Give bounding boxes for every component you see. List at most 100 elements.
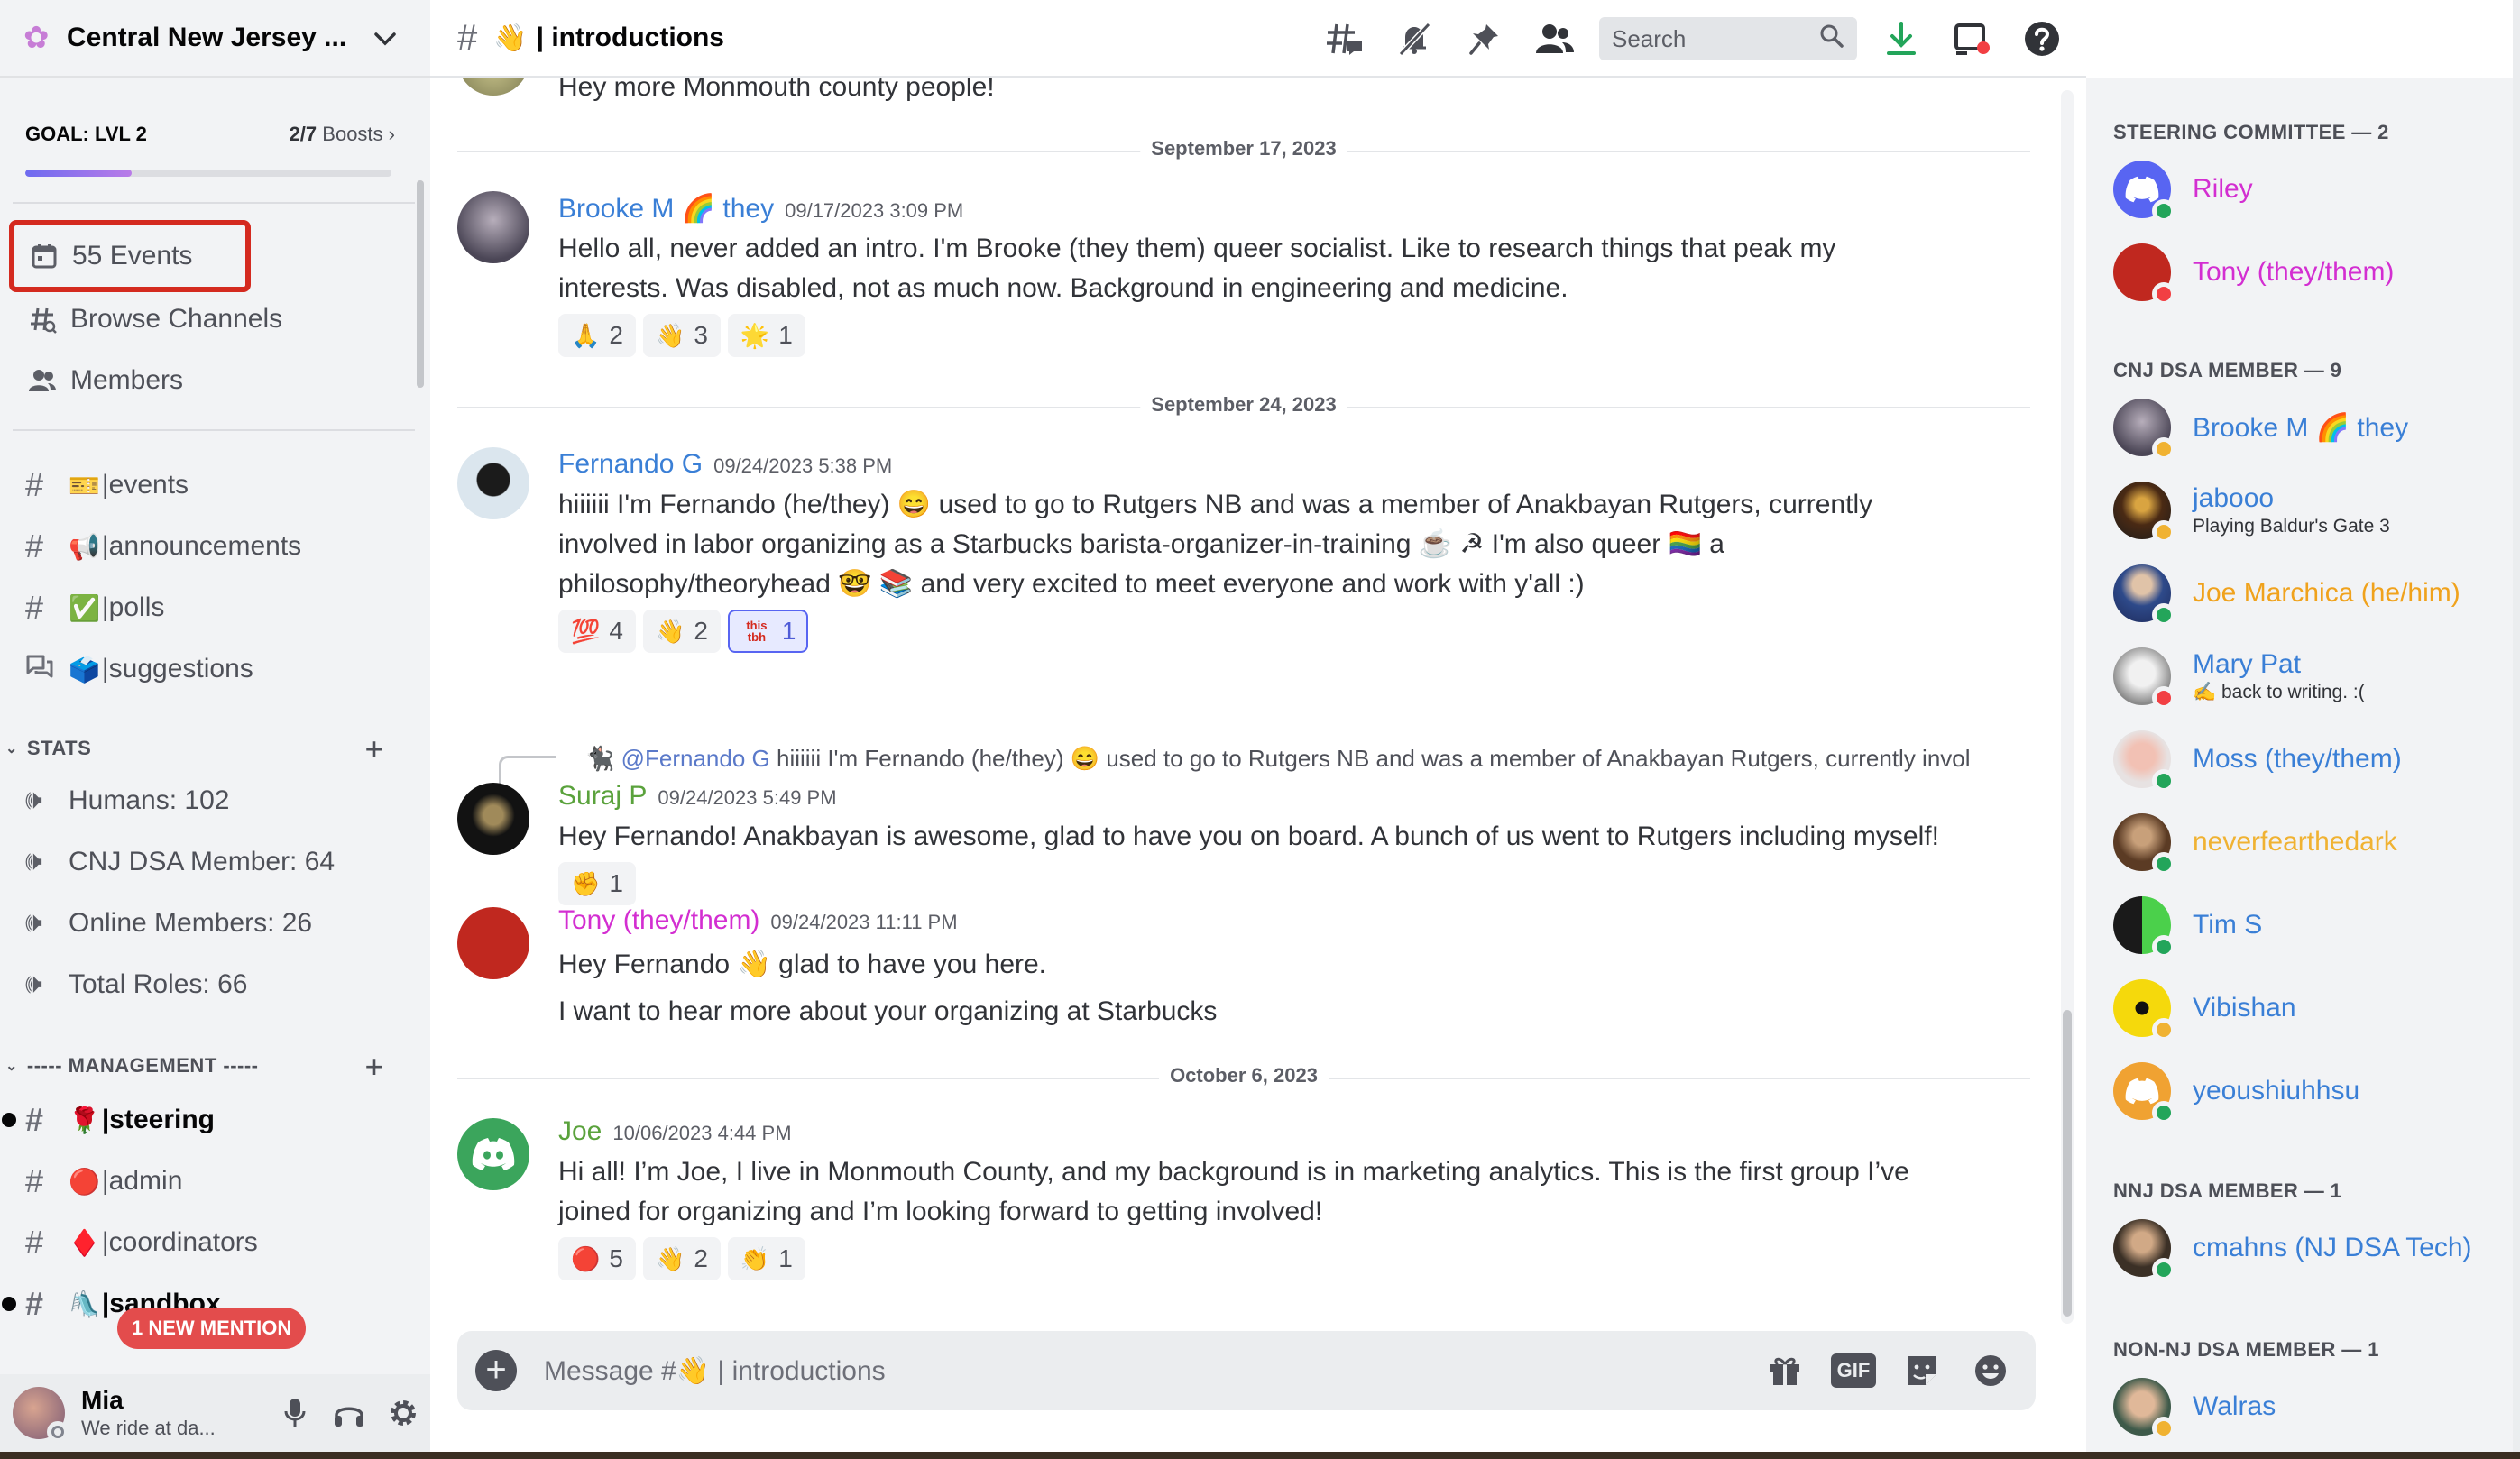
channel-events[interactable]: # 🎫 | events	[13, 458, 415, 512]
new-mention-pill[interactable]: 1 NEW MENTION	[117, 1308, 307, 1349]
channel-announcements[interactable]: # 📢 | announcements	[13, 519, 415, 574]
category-stats[interactable]: ⌄ STATS +	[5, 730, 402, 768]
sticker-icon[interactable]	[1895, 1344, 1949, 1398]
notifications-muted-icon[interactable]	[1386, 11, 1442, 67]
member-item[interactable]: yeoushiuhhsu	[2113, 1055, 2501, 1127]
search-input[interactable]: Search	[1599, 17, 1857, 60]
member-item[interactable]: Walras	[2113, 1371, 2501, 1443]
gear-icon[interactable]	[376, 1386, 430, 1440]
reaction-clap[interactable]: 👏 1	[727, 1237, 805, 1280]
gif-button[interactable]: GIF	[1826, 1344, 1881, 1398]
threads-icon[interactable]	[1316, 11, 1372, 67]
events-nav-item[interactable]: 55 Events	[9, 220, 251, 292]
channel-polls[interactable]: # ✅ | polls	[13, 581, 415, 635]
pin-icon[interactable]	[1457, 11, 1513, 67]
members-nav-item[interactable]: Members	[13, 353, 415, 408]
reaction-this-tbh[interactable]: this tbh 1	[727, 610, 809, 653]
channel-coordinators[interactable]: # ♦️ | coordinators	[13, 1216, 415, 1270]
speaker-locked-icon: 🕪	[25, 847, 42, 876]
avatar[interactable]	[457, 191, 529, 263]
message-author[interactable]: Fernando G	[558, 449, 703, 479]
add-channel-icon[interactable]: +	[364, 1048, 384, 1086]
member-item[interactable]: Riley	[2113, 153, 2501, 225]
channel-admin[interactable]: # 🔴 | admin	[13, 1154, 415, 1208]
boost-goal[interactable]: GOAL: LVL 2 2/7 Boosts ›	[25, 119, 395, 182]
message-author[interactable]: Brooke M 🌈 they	[558, 194, 774, 224]
stat-cnj-members[interactable]: 🕪 CNJ DSA Member: 64	[13, 835, 415, 889]
chevron-down-icon[interactable]	[367, 24, 403, 52]
user-info[interactable]: Mia We ride at da...	[81, 1386, 268, 1440]
reaction-wave[interactable]: 👋 2	[642, 610, 721, 653]
server-header[interactable]: ✿ Central New Jersey ...	[0, 0, 430, 78]
message-author[interactable]: Joe	[558, 1116, 602, 1146]
message: Joe 10/06/2023 4:44 PM Hi all! I’m Joe, I…	[457, 1116, 2018, 1280]
avatar[interactable]	[457, 783, 529, 855]
member-item[interactable]: Moss (they/them)	[2113, 723, 2501, 795]
microphone-icon[interactable]	[268, 1386, 322, 1440]
reaction-100[interactable]: 💯 4	[558, 610, 636, 653]
user-status: We ride at da...	[81, 1417, 216, 1439]
member-item[interactable]: Brooke M 🌈 they	[2113, 391, 2501, 463]
member-item[interactable]: Joe Marchica (he/him)	[2113, 557, 2501, 629]
channel-steering[interactable]: # 🌹 | steering	[2, 1093, 415, 1147]
server-name: Central New Jersey ...	[67, 23, 347, 52]
reply-mention[interactable]: @Fernando G	[621, 745, 770, 772]
stat-online[interactable]: 🕪 Online Members: 26	[13, 896, 415, 950]
member-item[interactable]: Tim S	[2113, 889, 2501, 961]
member-item[interactable]: neverfearthedark	[2113, 806, 2501, 878]
member-group-header: CNJ DSA MEMBER — 9	[2113, 359, 2342, 381]
reaction-pray[interactable]: 🙏 2	[558, 314, 636, 357]
message-author[interactable]: Suraj P	[558, 781, 647, 811]
member-name: yeoushiuhhsu	[2193, 1076, 2360, 1106]
avatar[interactable]	[13, 1387, 69, 1443]
status-indicator	[2152, 852, 2175, 876]
member-item[interactable]: Tony (they/them)	[2113, 236, 2501, 308]
reaction-bar: 🙏 2 👋 3 🌟 1	[558, 314, 813, 357]
stat-humans[interactable]: 🕪 Humans: 102	[13, 774, 415, 828]
category-management[interactable]: ⌄ ----- MANAGEMENT ----- +	[5, 1048, 402, 1086]
avatar[interactable]	[457, 907, 529, 979]
search-placeholder: Search	[1612, 24, 1687, 52]
message-scrollbar-thumb[interactable]	[2063, 1010, 2072, 1317]
avatar[interactable]	[457, 78, 529, 96]
member-list-icon[interactable]	[1527, 11, 1583, 67]
reply-preview[interactable]: 🐈‍⬛ @Fernando G hiiiiii I'm Fernando (he…	[585, 745, 1971, 773]
message: Brooke M 🌈 they 09/17/2023 3:09 PM Hello …	[457, 191, 2018, 357]
help-icon[interactable]	[2014, 11, 2070, 67]
channel-pipe: |	[101, 1289, 110, 1318]
channel-pipe: |	[101, 592, 109, 622]
member-item[interactable]: Mary Pat ✍️ back to writing. :(	[2113, 640, 2501, 712]
headphones-icon[interactable]	[322, 1386, 376, 1440]
gift-icon[interactable]	[1758, 1344, 1812, 1398]
reaction-wave[interactable]: 👋 2	[642, 1237, 721, 1280]
add-attachment-button[interactable]: +	[475, 1350, 517, 1391]
member-activity: ✍️ back to writing. :(	[2193, 682, 2365, 702]
browse-channels-nav-item[interactable]: Browse Channels	[13, 292, 415, 346]
member-item[interactable]: Vibishan	[2113, 972, 2501, 1044]
reaction-wave[interactable]: 👋 3	[642, 314, 721, 357]
reaction-fist[interactable]: ✊ 1	[558, 862, 636, 905]
message: Tony (they/them) 09/24/2023 11:11 PM Hey …	[457, 905, 2018, 1026]
message-author[interactable]: Tony (they/them)	[558, 905, 759, 935]
avatar[interactable]	[457, 1118, 529, 1190]
status-indicator	[47, 1421, 69, 1443]
inbox-icon[interactable]	[1944, 11, 2000, 67]
message-input[interactable]: Message #👋 | introductions	[544, 1355, 1743, 1387]
download-icon[interactable]	[1873, 11, 1929, 67]
reaction-red-circle[interactable]: 🔴 5	[558, 1237, 636, 1280]
member-text: yeoushiuhhsu	[2193, 1076, 2359, 1106]
emoji-icon[interactable]	[1964, 1344, 2018, 1398]
status-indicator	[2152, 1258, 2175, 1281]
stat-roles[interactable]: 🕪 Total Roles: 66	[13, 958, 415, 1012]
add-channel-icon[interactable]: +	[364, 730, 384, 768]
speaker-locked-icon: 🕪	[25, 969, 42, 999]
avatar[interactable]	[457, 447, 529, 519]
goal-boosts[interactable]: 2/7 Boosts ›	[290, 123, 395, 146]
member-item[interactable]: jabooo Playing Baldur's Gate 3	[2113, 474, 2501, 546]
member-name: Joe Marchica (he/him)	[2193, 578, 2460, 608]
sidebar-scrollbar[interactable]	[417, 180, 424, 388]
members-label: Members	[70, 365, 184, 395]
channel-suggestions[interactable]: 🗳️ | suggestions	[13, 642, 415, 696]
member-item[interactable]: cmahns (NJ DSA Tech)	[2113, 1212, 2501, 1284]
reaction-star[interactable]: 🌟 1	[727, 314, 805, 357]
